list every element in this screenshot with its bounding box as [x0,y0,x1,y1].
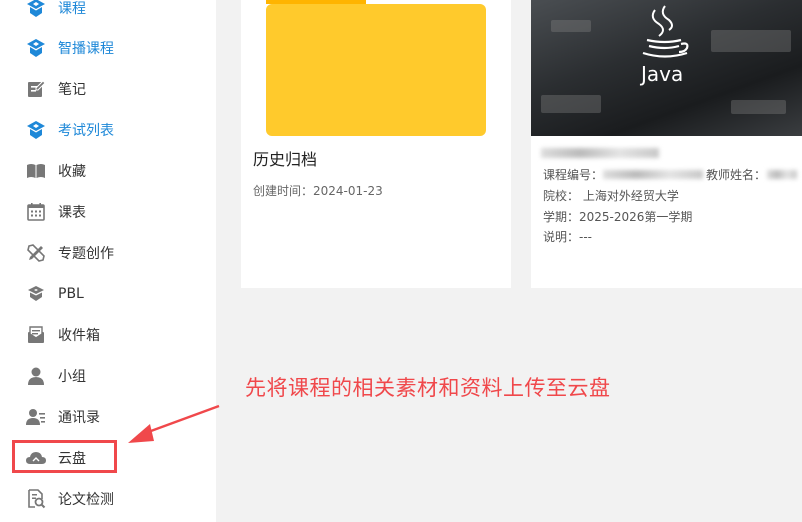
pbl-icon [25,283,47,305]
created-time: 创建时间：2024-01-23 [253,184,383,198]
sidebar-item-label: 通讯录 [58,410,100,426]
java-logo-text: Java [641,62,684,86]
exam-icon [25,119,47,141]
sidebar-item-label: 收藏 [58,164,86,180]
calendar-icon [25,201,47,223]
sidebar-item-label: 专题创作 [58,246,114,262]
pen-ruler-icon [25,242,47,264]
sidebar-item-label: 小组 [58,369,86,385]
sidebar-item-course[interactable]: 课程 [0,0,216,28]
description: 说明：--- [543,230,592,244]
course-title[interactable]: 历史归档 [253,146,317,170]
term: 学期：2025-2026第一学期 [543,210,693,224]
sidebar-item-smart-course[interactable]: 智播课程 [0,28,216,68]
cloud-disk-highlight-box [12,440,117,473]
annotation-text: 先将课程的相关素材和资料上传至云盘 [245,376,611,400]
inbox-icon [25,324,47,346]
java-course-cover[interactable]: Java [531,0,802,136]
sidebar: 课程 智播课程 笔记 考试列表 收藏 课表 专题创作 PBL 收件箱 小组 通讯… [0,0,216,522]
sidebar-item-label: 考试列表 [58,123,114,139]
sidebar-item-label: PBL [58,286,84,302]
sidebar-item-notes[interactable]: 笔记 [0,69,216,109]
blurred-course-number [603,170,703,179]
teacher-name: 教师姓名： [706,166,766,183]
main-content: 历史归档 创建时间：2024-01-23 Java 课程编号： 教师姓名： 院校… [216,0,802,522]
sidebar-item-label: 论文检测 [58,492,114,508]
teacher-name-label: 教师姓名： [706,168,767,182]
user-icon [25,365,47,387]
sidebar-item-timetable[interactable]: 课表 [0,192,216,232]
sidebar-item-inbox[interactable]: 收件箱 [0,315,216,355]
sidebar-item-pbl[interactable]: PBL [0,274,216,314]
sidebar-item-contacts[interactable]: 通讯录 [0,397,216,437]
sidebar-item-label: 课程 [58,1,86,17]
blurred-teacher-name [767,170,797,179]
book-icon [25,160,47,182]
blurred-course-name [541,148,659,158]
sidebar-item-label: 笔记 [58,82,86,98]
sidebar-item-topic-creation[interactable]: 专题创作 [0,233,216,273]
sidebar-item-label: 收件箱 [58,328,100,344]
course-number-label: 课程编号： [543,168,604,182]
sidebar-item-favorites[interactable]: 收藏 [0,151,216,191]
school: 院校： 上海对外经贸大学 [543,189,679,203]
paper-check-icon [25,488,47,510]
course-card-java[interactable]: Java 课程编号： 教师姓名： 院校： 上海对外经贸大学 学期：2025-20… [531,0,802,288]
sidebar-item-group[interactable]: 小组 [0,356,216,396]
sidebar-item-exam[interactable]: 考试列表 [0,110,216,150]
course-card-archive[interactable]: 历史归档 创建时间：2024-01-23 [241,0,511,288]
sidebar-item-label: 智播课程 [58,41,114,57]
course-icon [25,0,47,19]
smart-course-icon [25,37,47,59]
sidebar-item-paper-check[interactable]: 论文检测 [0,479,216,519]
contact-icon [25,406,47,428]
course-number: 课程编号： [543,166,603,183]
sidebar-item-label: 课表 [58,205,86,221]
folder-icon [266,0,486,136]
note-icon [25,78,47,100]
